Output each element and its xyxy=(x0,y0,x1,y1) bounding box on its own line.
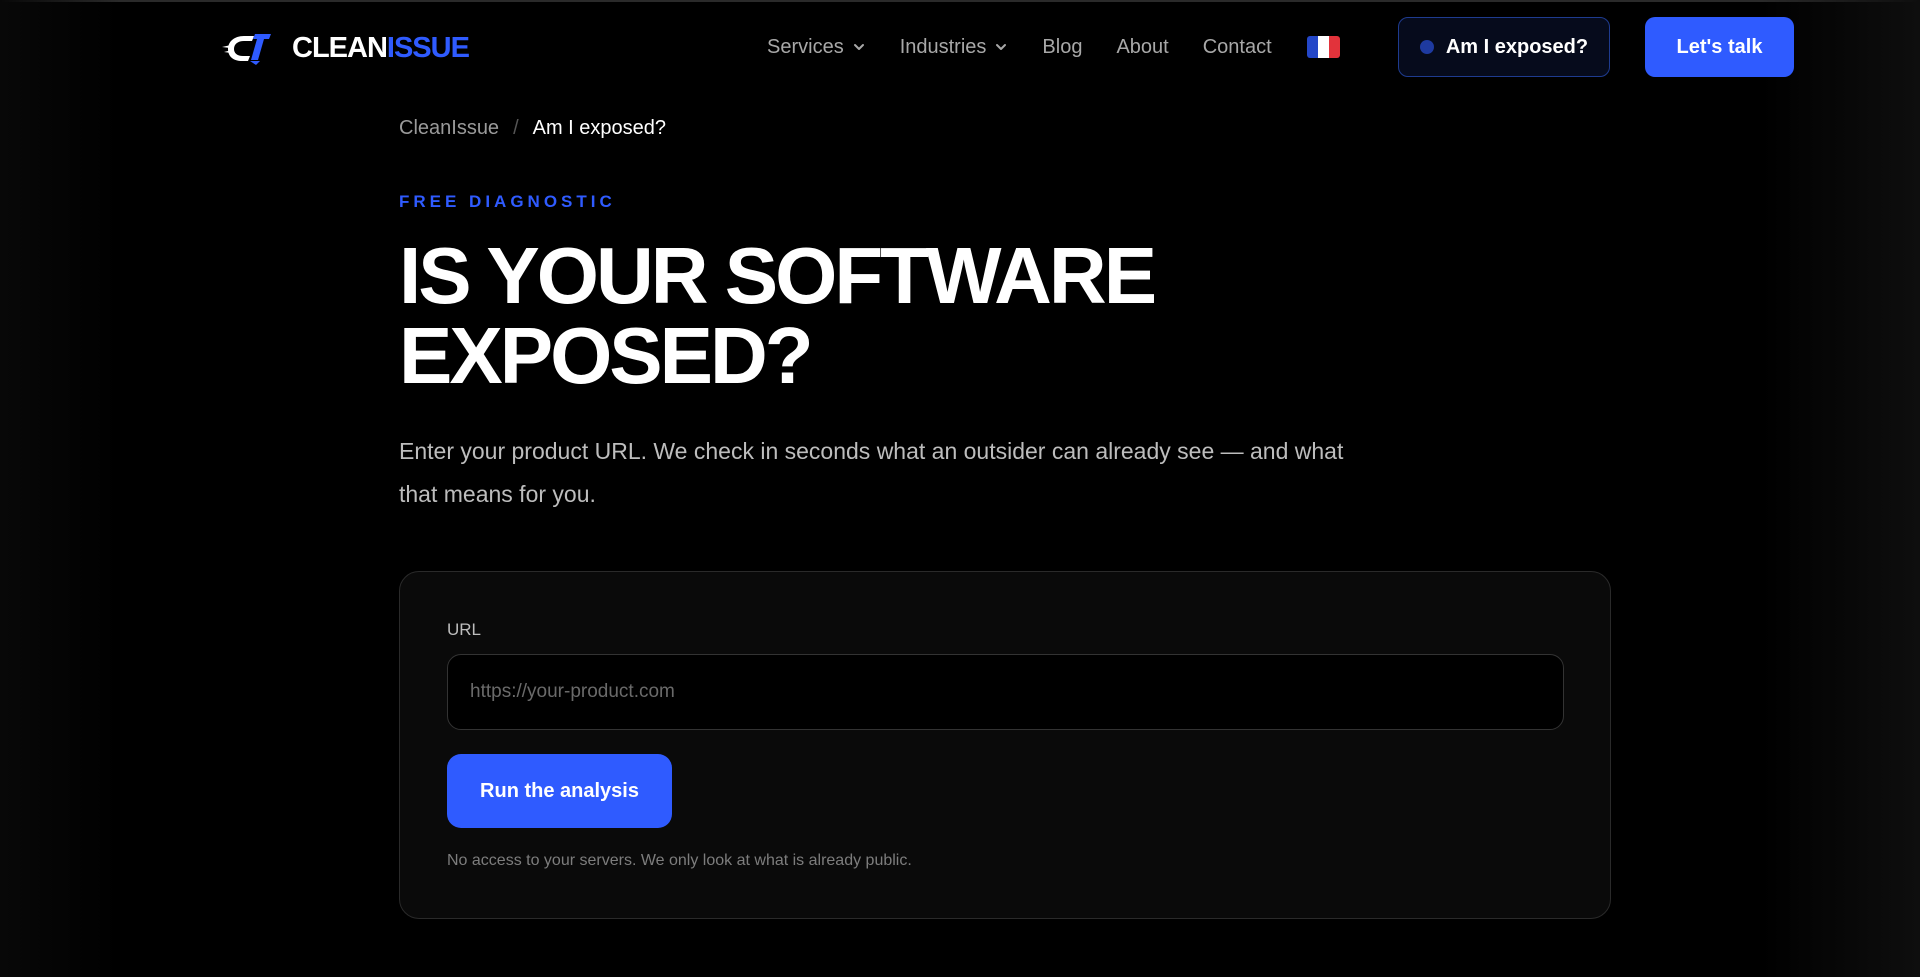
url-input[interactable] xyxy=(447,654,1564,730)
am-i-exposed-label: Am I exposed? xyxy=(1445,35,1589,58)
main-nav: Services Industries Blog About Contact xyxy=(767,30,1340,64)
nav-item-contact[interactable]: Contact xyxy=(1203,36,1272,59)
page-title-line-2: EXPOSED? xyxy=(399,311,814,400)
nav-item-industries[interactable]: Industries xyxy=(900,36,1009,59)
am-i-exposed-button[interactable]: Am I exposed? xyxy=(1398,17,1610,77)
breadcrumb: CleanIssue / Am I exposed? xyxy=(399,117,666,140)
site-header: CLEANISSUE Services Industries Blog Abou… xyxy=(0,0,1920,96)
section-eyebrow: FREE DIAGNOSTIC xyxy=(399,192,616,211)
nav-item-blog[interactable]: Blog xyxy=(1042,36,1082,59)
flag-stripe-red xyxy=(1328,36,1340,58)
run-analysis-button[interactable]: Run the analysis xyxy=(447,754,672,828)
cleanissue-logo-icon xyxy=(222,34,271,65)
flag-stripe-white xyxy=(1317,36,1329,58)
logo-text-clean: CLEAN xyxy=(292,31,388,64)
chevron-down-icon xyxy=(996,44,1007,50)
breadcrumb-current: Am I exposed? xyxy=(532,117,667,139)
nav-item-label: Industries xyxy=(899,35,987,58)
url-label: URL xyxy=(447,620,482,639)
page-title-line-1: IS YOUR SOFTWARE xyxy=(399,231,1157,320)
chevron-down-icon xyxy=(853,44,864,50)
nav-item-services[interactable]: Services xyxy=(767,36,866,59)
page-subtitle: Enter your product URL. We check in seco… xyxy=(399,438,1344,507)
flag-stripe-blue xyxy=(1306,36,1318,58)
france-flag-icon[interactable] xyxy=(1306,36,1340,58)
right-edge-shade xyxy=(1760,0,1920,977)
nav-item-label: About xyxy=(1116,35,1169,58)
breadcrumb-home-link[interactable]: CleanIssue xyxy=(399,117,499,140)
nav-item-label: Services xyxy=(767,35,844,58)
nav-item-label: Contact xyxy=(1202,35,1272,58)
nav-item-about[interactable]: About xyxy=(1116,36,1168,59)
page-title: IS YOUR SOFTWARE EXPOSED? xyxy=(399,236,1299,396)
logo-wordmark: CLEANISSUE xyxy=(292,31,470,65)
nav-item-label: Blog xyxy=(1042,35,1083,58)
lets-talk-label: Let's talk xyxy=(1676,35,1763,58)
privacy-note: No access to your servers. We only look … xyxy=(447,852,912,869)
logo-text-issue: ISSUE xyxy=(386,31,470,64)
breadcrumb-separator: / xyxy=(513,117,519,139)
left-edge-shade xyxy=(0,0,120,977)
status-dot-icon xyxy=(1419,40,1434,54)
logo-link[interactable]: CLEANISSUE xyxy=(222,28,470,68)
lets-talk-button[interactable]: Let's talk xyxy=(1645,17,1794,77)
url-check-form: URL Run the analysis No access to your s… xyxy=(399,571,1611,919)
